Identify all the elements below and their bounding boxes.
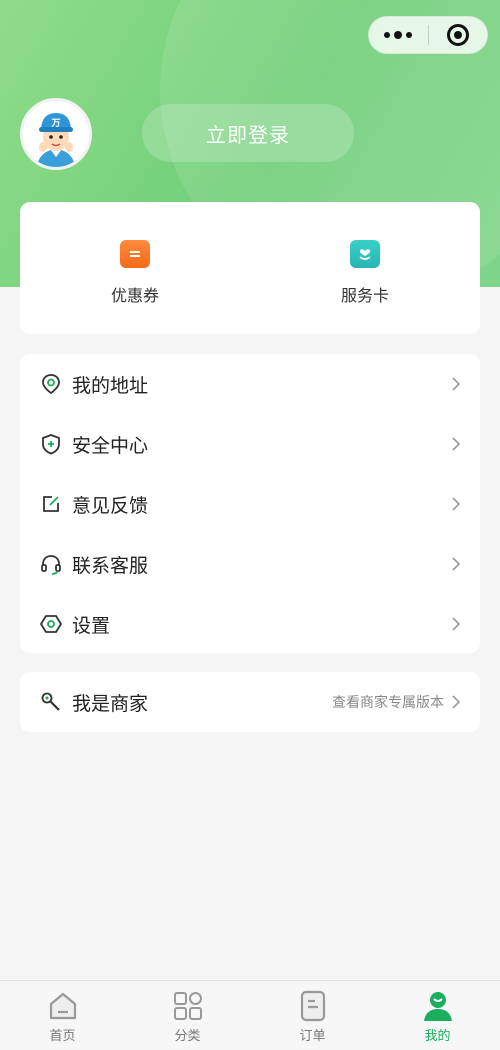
service-card-button[interactable]: 服务卡 xyxy=(250,202,480,334)
menu-item-label: 联系客服 xyxy=(72,554,149,577)
merchant-card: 我是商家 查看商家专属版本 xyxy=(20,672,480,732)
tab-orders[interactable]: 订单 xyxy=(250,981,375,1050)
avatar-badge: 万 xyxy=(50,118,60,129)
service-card-icon xyxy=(350,240,380,268)
tab-label: 分类 xyxy=(174,1029,201,1044)
chevron-right-icon xyxy=(448,436,464,452)
mini-program-capsule xyxy=(368,16,488,54)
chevron-right-icon xyxy=(448,556,464,572)
settings-hex-icon xyxy=(40,613,62,635)
chevron-right-icon xyxy=(448,616,464,632)
coupon-icon xyxy=(120,240,150,268)
login-button[interactable]: 立即登录 xyxy=(142,104,354,162)
tab-label: 订单 xyxy=(299,1029,326,1044)
merchant-entry[interactable]: 我是商家 查看商家专属版本 xyxy=(20,672,480,732)
menu-item-address[interactable]: 我的地址 xyxy=(20,354,480,414)
chevron-right-icon xyxy=(448,694,464,710)
menu-item-label: 我的地址 xyxy=(72,374,149,397)
location-pin-icon xyxy=(40,373,62,395)
coupon-button[interactable]: 优惠券 xyxy=(20,202,250,334)
merchant-sub-label: 查看商家专属版本 xyxy=(332,695,444,711)
menu-item-security[interactable]: 安全中心 xyxy=(20,414,480,474)
tab-label: 首页 xyxy=(49,1029,76,1044)
tab-category[interactable]: 分类 xyxy=(125,981,250,1050)
avatar[interactable]: 万 xyxy=(20,98,92,170)
merchant-label: 我是商家 xyxy=(72,692,149,715)
quick-links-card: 优惠券 服务卡 xyxy=(20,202,480,334)
category-icon xyxy=(171,989,205,1023)
menu-item-label: 意见反馈 xyxy=(72,494,149,517)
order-icon xyxy=(296,989,330,1023)
bottom-tab-bar: 首页 分类 订单 我的 xyxy=(0,980,500,1050)
more-dots-icon[interactable] xyxy=(369,17,428,53)
headset-icon xyxy=(40,553,62,575)
tab-profile[interactable]: 我的 xyxy=(375,981,500,1050)
menu-item-feedback[interactable]: 意见反馈 xyxy=(20,474,480,534)
menu-item-label: 安全中心 xyxy=(72,434,149,457)
edit-icon xyxy=(40,493,62,515)
shield-icon xyxy=(40,433,62,455)
wrench-icon xyxy=(40,691,62,713)
menu-item-customer-service[interactable]: 联系客服 xyxy=(20,534,480,594)
coupon-label: 优惠券 xyxy=(110,286,159,305)
profile-icon xyxy=(421,989,455,1023)
chevron-right-icon xyxy=(448,376,464,392)
capsule-target-icon[interactable] xyxy=(429,17,488,53)
service-card-label: 服务卡 xyxy=(340,286,389,305)
home-icon xyxy=(46,989,80,1023)
tab-label: 我的 xyxy=(424,1029,451,1044)
worker-avatar-icon: 万 xyxy=(23,101,89,167)
menu-item-settings[interactable]: 设置 xyxy=(20,594,480,654)
chevron-right-icon xyxy=(448,496,464,512)
menu-item-label: 设置 xyxy=(72,614,111,637)
menu-list: 我的地址 安全中心 意见反馈 联系客服 设置 xyxy=(20,354,480,653)
tab-home[interactable]: 首页 xyxy=(0,981,125,1050)
